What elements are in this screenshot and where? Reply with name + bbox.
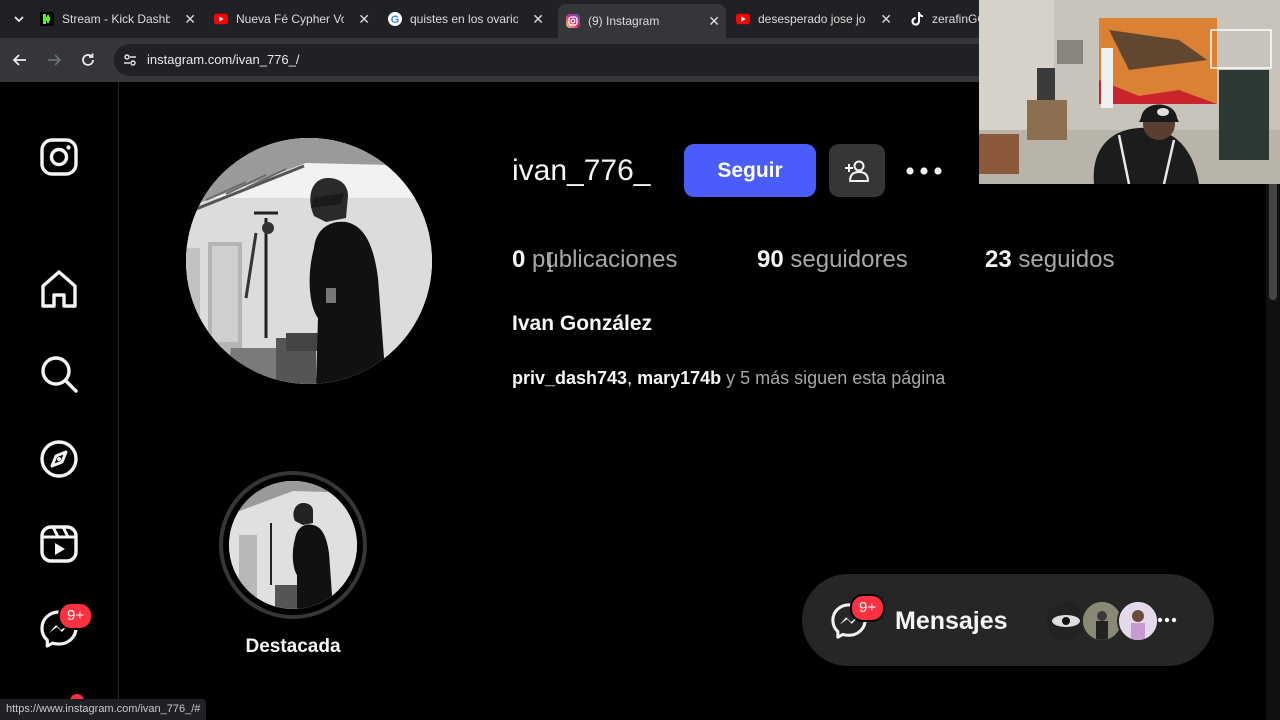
youtube-icon (736, 12, 750, 26)
back-button[interactable] (10, 50, 30, 70)
browser-tab-active[interactable]: (9) Instagram ✕ (558, 4, 726, 38)
follower-username[interactable]: priv_dash743 (512, 368, 627, 388)
profile-username: ivan_776_ (512, 154, 651, 187)
explore-icon[interactable] (38, 438, 80, 480)
svg-text:G: G (391, 14, 400, 26)
follow-button[interactable]: Seguir (684, 144, 816, 197)
followed-by-text[interactable]: priv_dash743, mary174b y 5 más siguen es… (512, 368, 945, 389)
similar-accounts-button[interactable] (829, 144, 885, 197)
arrow-left-icon (12, 54, 26, 66)
text-cursor-icon (547, 252, 553, 272)
sidebar: 9+ (0, 82, 119, 720)
reload-icon (82, 53, 94, 66)
tiktok-icon (910, 12, 924, 26)
close-icon[interactable]: ✕ (708, 13, 720, 29)
followed-by-suffix: y 5 más siguen esta página (721, 368, 946, 388)
youtube-icon (214, 12, 228, 26)
profile-avatar[interactable] (186, 138, 432, 384)
highlight-label: Destacada (245, 636, 341, 657)
add-person-icon (845, 160, 869, 182)
following-label: seguidos (1018, 246, 1115, 273)
close-icon[interactable]: ✕ (358, 11, 370, 27)
notification-badge: 9+ (58, 602, 94, 630)
profile-full-name: Ivan González (512, 312, 653, 335)
browser-tab[interactable]: G quistes en los ovarios ✕ (388, 5, 550, 33)
browser-tab[interactable]: zerafinGG (910, 5, 980, 33)
webcam-image (979, 0, 1280, 184)
instagram-logo-icon[interactable] (38, 136, 80, 178)
search-icon[interactable] (38, 353, 80, 395)
story-highlight[interactable] (219, 471, 367, 619)
browser-tab[interactable]: Stream - Kick Dashboard ✕ (40, 5, 202, 33)
reels-icon[interactable] (38, 523, 80, 565)
home-icon[interactable] (38, 268, 80, 310)
browser-tab[interactable]: desesperado jose jose ✕ (736, 5, 898, 33)
messages-bar[interactable]: 9+ Mensajes (802, 574, 1214, 666)
profile-photo-image (186, 138, 432, 384)
instagram-icon (566, 14, 580, 28)
posts-stat: 0 publicaciones (512, 246, 677, 274)
followers-stat[interactable]: 90 seguidores (757, 246, 908, 274)
close-icon[interactable]: ✕ (880, 11, 892, 27)
more-horizontal-icon (1157, 617, 1177, 623)
tab-search-dropdown-button[interactable] (8, 8, 30, 30)
scrollbar-thumb[interactable] (1269, 174, 1277, 300)
url-field[interactable]: instagram.com/ivan_776_/ (114, 44, 994, 76)
arrow-right-icon (48, 54, 62, 66)
forward-button[interactable] (44, 50, 64, 70)
status-bar-url: https://www.instagram.com/ivan_776_/# (0, 699, 207, 720)
avatar (1117, 600, 1159, 642)
kick-icon (40, 12, 54, 26)
following-stat[interactable]: 23 seguidos (985, 246, 1114, 274)
url-text: instagram.com/ivan_776_/ (147, 52, 300, 67)
following-count: 23 (985, 246, 1012, 273)
messages-badge: 9+ (850, 594, 886, 622)
followers-label: seguidores (790, 246, 908, 273)
highlight-image (229, 481, 357, 609)
posts-count: 0 (512, 246, 526, 273)
site-info-icon[interactable] (122, 52, 138, 73)
close-icon[interactable]: ✕ (532, 11, 544, 27)
messages-label: Mensajes (895, 607, 1008, 635)
more-horizontal-icon (906, 167, 942, 175)
chevron-down-icon (14, 16, 24, 23)
reload-button[interactable] (78, 50, 98, 70)
close-icon[interactable]: ✕ (184, 11, 196, 27)
follower-username[interactable]: mary174b (637, 368, 721, 388)
more-options-button[interactable] (900, 156, 948, 186)
browser-tab[interactable]: Nueva Fé Cypher Vol ✕ (214, 5, 376, 33)
followers-count: 90 (757, 246, 784, 273)
google-icon: G (388, 12, 402, 26)
webcam-overlay (979, 0, 1280, 184)
